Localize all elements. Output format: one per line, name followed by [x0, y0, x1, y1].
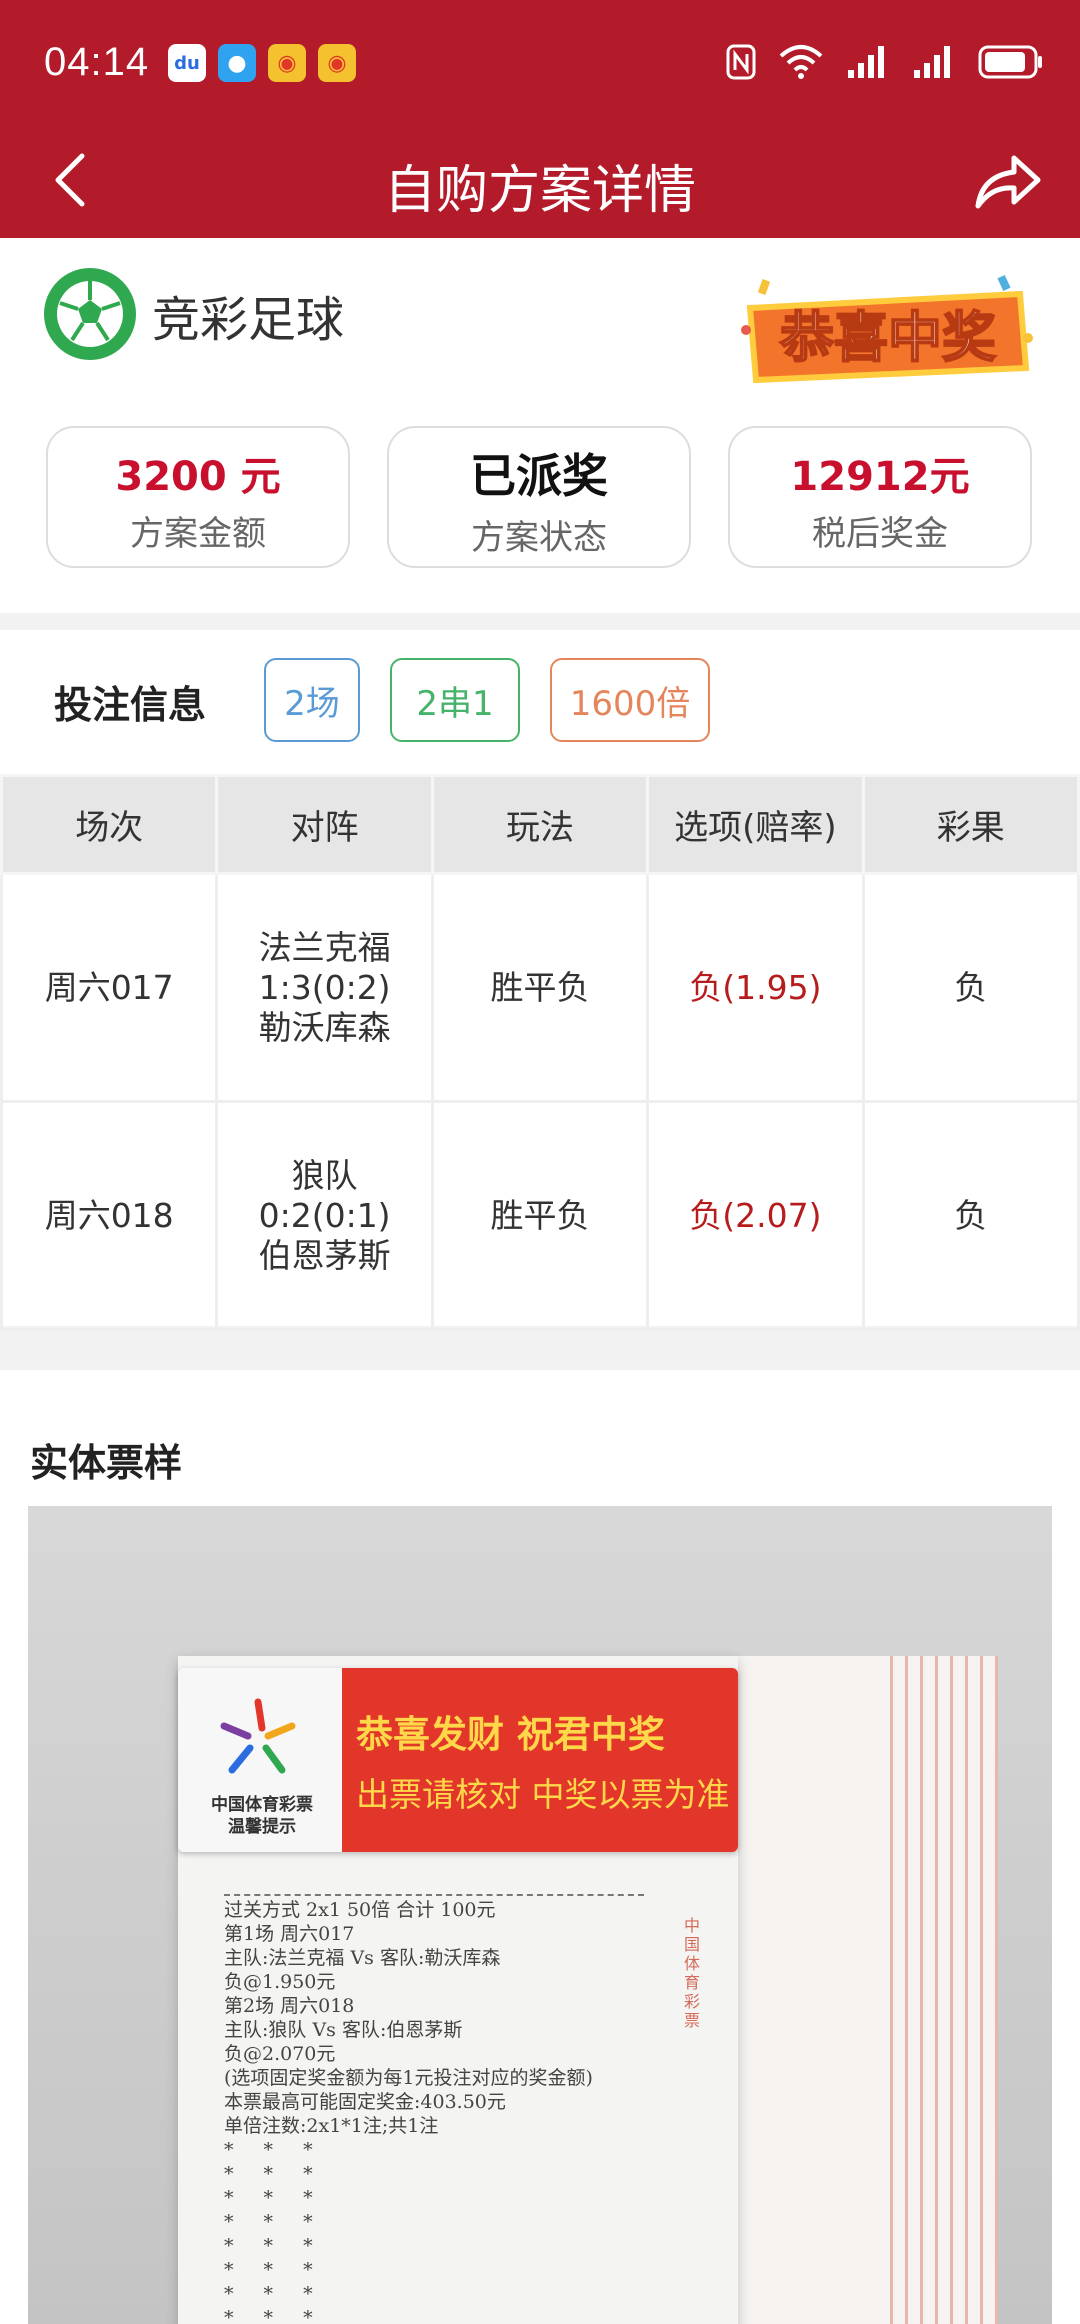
option-odds: 负(1.95) — [646, 872, 865, 1103]
receipt-stars: * * * — [224, 2283, 325, 2305]
after-tax-prize-label: 税后奖金 — [812, 514, 948, 554]
play-type: 胜平负 — [430, 872, 650, 1103]
col-result: 彩果 — [861, 774, 1080, 875]
fixture: 法兰克福 1:3(0:2) 勒沃库森 — [215, 872, 434, 1103]
score: 1:3(0:2) — [258, 967, 391, 1007]
nfc-icon — [726, 44, 756, 80]
weibo-icon: ◉ — [268, 44, 306, 82]
battery-icon — [978, 45, 1042, 79]
baidu-icon: du — [168, 44, 206, 82]
result: 负 — [861, 872, 1080, 1103]
tag-matches: 2场 — [264, 658, 360, 742]
lottery-name: 竞彩足球 — [152, 292, 345, 348]
receipt-line: 负@1.950元 — [224, 1971, 336, 1993]
receipt-line: 负@2.070元 — [224, 2043, 336, 2065]
receipt-line: 主队:法兰克福 Vs 客队:勒沃库森 — [224, 1947, 501, 1969]
acrylic-sign: 中国体育彩票 温馨提示 恭喜发财 祝君中奖 出票请核对 中奖以票为准 — [178, 1668, 738, 1852]
home-team: 狼队 — [291, 1155, 358, 1195]
stat-plan-status: 已派奖 方案状态 — [387, 426, 691, 568]
table-header-row: 场次 对阵 玩法 选项(赔率) 彩果 — [0, 774, 1080, 875]
col-fixture: 对阵 — [215, 774, 434, 875]
tag-parlay: 2串1 — [390, 658, 520, 742]
receipt-line: 第2场 周六018 — [224, 1995, 355, 2017]
ticket-side-text: 中国体育彩票 — [683, 1916, 700, 2030]
receipt-stars: * * * — [224, 2307, 325, 2324]
col-play-type: 玩法 — [430, 774, 650, 875]
result: 负 — [861, 1100, 1080, 1331]
table-row: 周六018 狼队 0:2(0:1) 伯恩茅斯 胜平负 负(2.07) 负 — [0, 1100, 1080, 1331]
summary-card: 竞彩足球 恭喜中奖 3200 元 方案金额 已派奖 方案状态 12912元 税后… — [0, 238, 1080, 613]
receipt-line: 过关方式 2x1 50倍 合计 100元 — [224, 1899, 496, 1921]
play-type: 胜平负 — [430, 1100, 650, 1331]
plan-status-label: 方案状态 — [471, 518, 607, 558]
ticket-receipt: 过关方式 2x1 50倍 合计 100元 第1场 周六017 主队:法兰克福 V… — [224, 1894, 684, 2324]
plan-amount-value: 3200 元 — [115, 454, 281, 500]
win-badge-text: 恭喜中奖 — [779, 306, 996, 369]
football-icon — [44, 268, 136, 360]
receipt-stars: * * * — [224, 2163, 325, 2185]
status-bar: 04:14 du ● ◉ ◉ — [0, 0, 1080, 130]
option-odds: 负(2.07) — [646, 1100, 865, 1331]
receipt-stars: * * * — [224, 2139, 325, 2161]
receipt-line: 单倍注数:2x1*1注;共1注 — [224, 2115, 439, 2137]
sign-line2: 出票请核对 中奖以票为准 — [356, 1775, 730, 1814]
receipt-divider — [224, 1894, 644, 1896]
ticket-section: 实体票样 中国体育彩票 温馨提示 恭喜发财 祝君中奖 出票请核对 中奖以票为准 … — [0, 1370, 1080, 2324]
sign-org-line1: 中国体育彩票 — [211, 1795, 313, 1815]
sign-line1: 恭喜发财 祝君中奖 — [356, 1713, 665, 1756]
plan-amount-label: 方案金额 — [130, 514, 266, 554]
tag-multiplier: 1600倍 — [550, 658, 710, 742]
after-tax-prize-value: 12912元 — [790, 454, 970, 500]
bet-info-section: 投注信息 2场 2串1 1600倍 场次 对阵 玩法 选项(赔率) 彩果 周六0… — [0, 630, 1080, 1331]
score: 0:2(0:1) — [258, 1195, 391, 1235]
receipt-line: 主队:狼队 Vs 客队:伯恩茅斯 — [224, 2019, 463, 2041]
away-team: 伯恩茅斯 — [258, 1235, 391, 1275]
match-no: 周六017 — [0, 872, 219, 1103]
ticket-title: 实体票样 — [30, 1441, 183, 1485]
col-option-odds: 选项(赔率) — [646, 774, 865, 875]
status-time: 04:14 — [44, 40, 150, 84]
signal-icon — [914, 46, 950, 78]
notification-icons: du ● ◉ ◉ — [168, 44, 356, 82]
receipt-line: (选项固定奖金额为每1元投注对应的奖金额) — [224, 2067, 593, 2089]
bet-table: 场次 对阵 玩法 选项(赔率) 彩果 周六017 法兰克福 1:3(0:2) 勒… — [0, 774, 1080, 1331]
receipt-stars: * * * — [224, 2259, 325, 2281]
fixture: 狼队 0:2(0:1) 伯恩茅斯 — [215, 1100, 434, 1331]
system-icons — [726, 44, 1044, 80]
receipt-line: 本票最高可能固定奖金:403.50元 — [224, 2091, 506, 2113]
message-icon: ● — [218, 44, 256, 82]
bet-info-title: 投注信息 — [54, 683, 207, 727]
page-title: 自购方案详情 — [383, 161, 696, 221]
wifi-icon — [779, 45, 823, 79]
receipt-line: 第1场 周六017 — [224, 1923, 355, 1945]
plan-status-value: 已派奖 — [470, 449, 608, 503]
match-no: 周六018 — [0, 1100, 219, 1331]
weibo-icon: ◉ — [318, 44, 356, 82]
app-header: 04:14 du ● ◉ ◉ 自购方案详情 — [0, 0, 1080, 238]
ticket-photo: 中国体育彩票 温馨提示 恭喜发财 祝君中奖 出票请核对 中奖以票为准 过关方式 … — [28, 1506, 1052, 2324]
col-match-no: 场次 — [0, 774, 219, 875]
receipt-stars: * * * — [224, 2235, 325, 2257]
share-icon — [975, 155, 1041, 209]
sports-lottery-logo — [220, 1698, 296, 1774]
receipt-stars: * * * — [224, 2211, 325, 2233]
win-badge: 恭喜中奖 — [730, 268, 1040, 398]
sign-org-line2: 温馨提示 — [228, 1817, 296, 1837]
stat-after-tax-prize: 12912元 税后奖金 — [728, 426, 1032, 568]
signal-icon — [848, 46, 884, 78]
receipt-stars: * * * — [224, 2187, 325, 2209]
share-button[interactable] — [972, 146, 1044, 218]
stat-plan-amount: 3200 元 方案金额 — [46, 426, 350, 568]
away-team: 勒沃库森 — [258, 1007, 391, 1047]
home-team: 法兰克福 — [258, 927, 391, 967]
table-row: 周六017 法兰克福 1:3(0:2) 勒沃库森 胜平负 负(1.95) 负 — [0, 872, 1080, 1103]
nav-bar: 自购方案详情 — [0, 130, 1080, 238]
